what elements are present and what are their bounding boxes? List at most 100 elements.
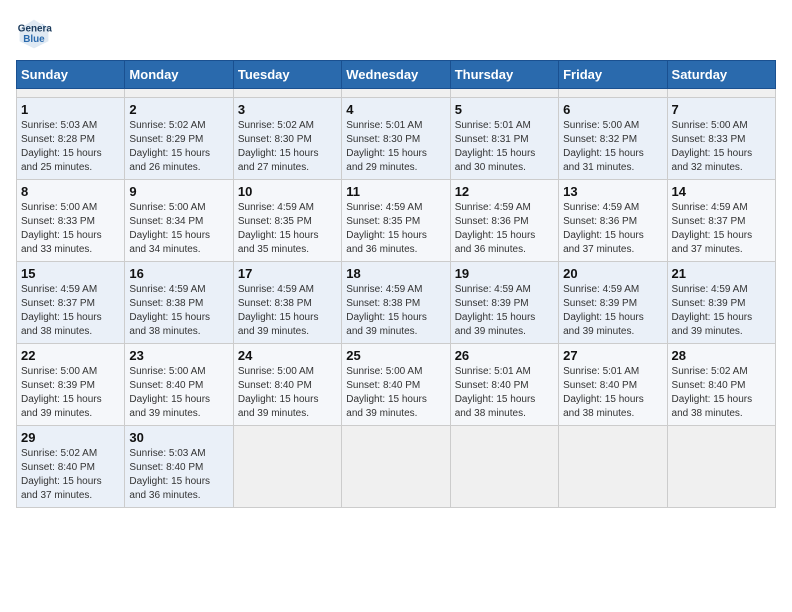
calendar-cell — [450, 89, 558, 98]
day-info: Sunrise: 5:00 AMSunset: 8:33 PMDaylight:… — [21, 201, 120, 257]
day-number: 5 — [455, 102, 554, 117]
calendar-cell — [559, 426, 667, 508]
calendar-week-5: 22 Sunrise: 5:00 AMSunset: 8:39 PMDayligh… — [17, 344, 776, 426]
day-number: 9 — [129, 184, 228, 199]
calendar-cell: 21 Sunrise: 4:59 AMSunset: 8:39 PMDayligh… — [667, 262, 775, 344]
column-header-wednesday: Wednesday — [342, 61, 450, 89]
calendar-cell — [667, 89, 775, 98]
svg-text:Blue: Blue — [23, 34, 45, 45]
calendar-cell: 15 Sunrise: 4:59 AMSunset: 8:37 PMDayligh… — [17, 262, 125, 344]
calendar-header-row: SundayMondayTuesdayWednesdayThursdayFrid… — [17, 61, 776, 89]
column-header-saturday: Saturday — [667, 61, 775, 89]
calendar-table: SundayMondayTuesdayWednesdayThursdayFrid… — [16, 60, 776, 508]
logo-icon: General Blue — [16, 16, 52, 52]
day-number: 16 — [129, 266, 228, 281]
calendar-cell: 22 Sunrise: 5:00 AMSunset: 8:39 PMDayligh… — [17, 344, 125, 426]
day-number: 2 — [129, 102, 228, 117]
day-number: 21 — [672, 266, 771, 281]
calendar-cell: 27Sunrise: 5:01 AMSunset: 8:40 PMDayligh… — [559, 344, 667, 426]
calendar-cell: 30Sunrise: 5:03 AMSunset: 8:40 PMDayligh… — [125, 426, 233, 508]
day-info: Sunrise: 4:59 AMSunset: 8:39 PMDaylight:… — [672, 283, 771, 339]
calendar-cell: 10 Sunrise: 4:59 AMSunset: 8:35 PMDayligh… — [233, 180, 341, 262]
calendar-cell: 3Sunrise: 5:02 AMSunset: 8:30 PMDaylight… — [233, 98, 341, 180]
page-header: General Blue — [16, 16, 776, 52]
calendar-cell — [125, 89, 233, 98]
day-number: 13 — [563, 184, 662, 199]
day-info: Sunrise: 5:00 AMSunset: 8:33 PMDaylight:… — [672, 119, 771, 175]
day-number: 25 — [346, 348, 445, 363]
calendar-cell — [233, 89, 341, 98]
day-info: Sunrise: 5:02 AMSunset: 8:29 PMDaylight:… — [129, 119, 228, 175]
calendar-cell — [450, 426, 558, 508]
day-number: 18 — [346, 266, 445, 281]
calendar-cell: 25 Sunrise: 5:00 AMSunset: 8:40 PMDayligh… — [342, 344, 450, 426]
calendar-cell: 7 Sunrise: 5:00 AMSunset: 8:33 PMDaylight… — [667, 98, 775, 180]
day-info: Sunrise: 5:00 AMSunset: 8:40 PMDaylight:… — [238, 365, 337, 421]
calendar-cell: 6 Sunrise: 5:00 AMSunset: 8:32 PMDaylight… — [559, 98, 667, 180]
calendar-cell: 23Sunrise: 5:00 AMSunset: 8:40 PMDayligh… — [125, 344, 233, 426]
column-header-thursday: Thursday — [450, 61, 558, 89]
calendar-cell: 29Sunrise: 5:02 AMSunset: 8:40 PMDayligh… — [17, 426, 125, 508]
day-number: 28 — [672, 348, 771, 363]
day-info: Sunrise: 4:59 AMSunset: 8:35 PMDaylight:… — [346, 201, 445, 257]
day-number: 15 — [21, 266, 120, 281]
day-info: Sunrise: 4:59 AMSunset: 8:39 PMDaylight:… — [455, 283, 554, 339]
calendar-cell — [17, 89, 125, 98]
logo: General Blue — [16, 16, 56, 52]
day-info: Sunrise: 4:59 AMSunset: 8:35 PMDaylight:… — [238, 201, 337, 257]
calendar-cell — [342, 89, 450, 98]
day-number: 11 — [346, 184, 445, 199]
day-info: Sunrise: 5:00 AMSunset: 8:40 PMDaylight:… — [346, 365, 445, 421]
day-number: 1 — [21, 102, 120, 117]
day-number: 17 — [238, 266, 337, 281]
day-number: 10 — [238, 184, 337, 199]
calendar-week-4: 15 Sunrise: 4:59 AMSunset: 8:37 PMDayligh… — [17, 262, 776, 344]
day-number: 7 — [672, 102, 771, 117]
calendar-cell — [667, 426, 775, 508]
day-number: 23 — [129, 348, 228, 363]
calendar-cell — [342, 426, 450, 508]
calendar-cell: 20Sunrise: 4:59 AMSunset: 8:39 PMDayligh… — [559, 262, 667, 344]
day-info: Sunrise: 4:59 AMSunset: 8:36 PMDaylight:… — [563, 201, 662, 257]
day-info: Sunrise: 5:02 AMSunset: 8:30 PMDaylight:… — [238, 119, 337, 175]
calendar-cell: 28 Sunrise: 5:02 AMSunset: 8:40 PMDayligh… — [667, 344, 775, 426]
calendar-cell: 18 Sunrise: 4:59 AMSunset: 8:38 PMDayligh… — [342, 262, 450, 344]
day-info: Sunrise: 4:59 AMSunset: 8:36 PMDaylight:… — [455, 201, 554, 257]
day-number: 4 — [346, 102, 445, 117]
day-info: Sunrise: 5:02 AMSunset: 8:40 PMDaylight:… — [672, 365, 771, 421]
calendar-cell: 24 Sunrise: 5:00 AMSunset: 8:40 PMDayligh… — [233, 344, 341, 426]
day-info: Sunrise: 5:01 AMSunset: 8:40 PMDaylight:… — [563, 365, 662, 421]
calendar-week-6: 29Sunrise: 5:02 AMSunset: 8:40 PMDayligh… — [17, 426, 776, 508]
day-number: 26 — [455, 348, 554, 363]
day-info: Sunrise: 4:59 AMSunset: 8:37 PMDaylight:… — [672, 201, 771, 257]
calendar-cell: 13 Sunrise: 4:59 AMSunset: 8:36 PMDayligh… — [559, 180, 667, 262]
day-info: Sunrise: 5:00 AMSunset: 8:39 PMDaylight:… — [21, 365, 120, 421]
day-info: Sunrise: 5:00 AMSunset: 8:34 PMDaylight:… — [129, 201, 228, 257]
day-number: 6 — [563, 102, 662, 117]
calendar-cell: 1Sunrise: 5:03 AMSunset: 8:28 PMDaylight… — [17, 98, 125, 180]
calendar-cell: 14 Sunrise: 4:59 AMSunset: 8:37 PMDayligh… — [667, 180, 775, 262]
day-info: Sunrise: 5:00 AMSunset: 8:32 PMDaylight:… — [563, 119, 662, 175]
calendar-cell: 11 Sunrise: 4:59 AMSunset: 8:35 PMDayligh… — [342, 180, 450, 262]
column-header-tuesday: Tuesday — [233, 61, 341, 89]
calendar-cell — [233, 426, 341, 508]
day-info: Sunrise: 5:03 AMSunset: 8:40 PMDaylight:… — [129, 447, 228, 503]
calendar-week-1 — [17, 89, 776, 98]
calendar-cell: 16Sunrise: 4:59 AMSunset: 8:38 PMDayligh… — [125, 262, 233, 344]
calendar-cell: 26Sunrise: 5:01 AMSunset: 8:40 PMDayligh… — [450, 344, 558, 426]
calendar-week-3: 8Sunrise: 5:00 AMSunset: 8:33 PMDaylight… — [17, 180, 776, 262]
day-info: Sunrise: 4:59 AMSunset: 8:38 PMDaylight:… — [346, 283, 445, 339]
day-number: 22 — [21, 348, 120, 363]
calendar-week-2: 1Sunrise: 5:03 AMSunset: 8:28 PMDaylight… — [17, 98, 776, 180]
day-number: 24 — [238, 348, 337, 363]
calendar-cell: 12Sunrise: 4:59 AMSunset: 8:36 PMDayligh… — [450, 180, 558, 262]
day-number: 19 — [455, 266, 554, 281]
calendar-cell: 17Sunrise: 4:59 AMSunset: 8:38 PMDayligh… — [233, 262, 341, 344]
column-header-monday: Monday — [125, 61, 233, 89]
calendar-cell: 8Sunrise: 5:00 AMSunset: 8:33 PMDaylight… — [17, 180, 125, 262]
day-info: Sunrise: 4:59 AMSunset: 8:37 PMDaylight:… — [21, 283, 120, 339]
calendar-cell — [559, 89, 667, 98]
day-number: 29 — [21, 430, 120, 445]
day-number: 14 — [672, 184, 771, 199]
column-header-friday: Friday — [559, 61, 667, 89]
